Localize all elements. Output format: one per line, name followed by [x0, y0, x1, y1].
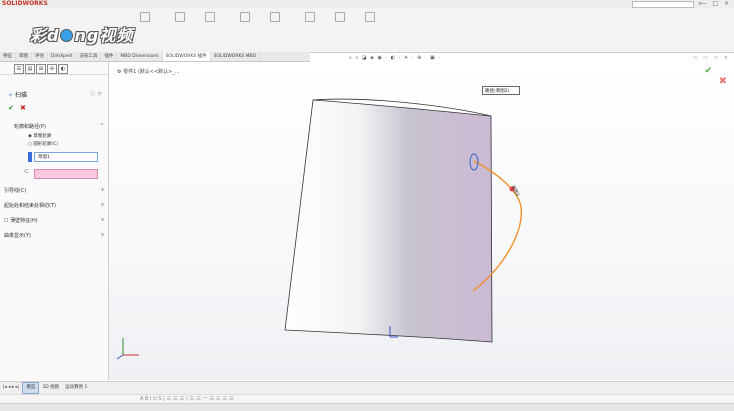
group-profile-path[interactable]: 轮廓和路径(P) [14, 123, 46, 130]
tab-mbd-dimensions[interactable]: MBD Dimensions [117, 52, 163, 61]
ribbon-button-8[interactable] [365, 12, 401, 40]
watermark-logo: 彩d ng视频 [30, 22, 133, 46]
group-start-end-tangency[interactable]: 起始处和结束处相切(T) [4, 202, 56, 209]
model-canvas [116, 98, 522, 360]
tab-evaluate[interactable]: 评估 [32, 52, 48, 61]
feature-icon [305, 12, 315, 22]
ok-button[interactable]: ✔ [8, 104, 14, 112]
feature-icon [240, 12, 250, 22]
radio-circle-label: 圆形轮廓(C) [33, 142, 59, 147]
status-bar [0, 403, 734, 411]
chevron-down-icon[interactable]: v [101, 232, 104, 238]
group-curvature-display[interactable]: 曲率显示(Y) [4, 232, 31, 239]
command-manager-ribbon: 彩d ng视频 [0, 8, 734, 53]
tab-features[interactable]: 特征 [0, 52, 16, 61]
tab-dimxpert[interactable]: DimXpert [48, 52, 77, 61]
ribbon-button-3[interactable] [205, 12, 241, 40]
feature-icon [365, 12, 375, 22]
cancel-button[interactable]: ✖ [20, 104, 26, 112]
group-guide-curves[interactable]: 引导线(C) [4, 187, 26, 194]
profile-marker-icon [28, 152, 32, 162]
pm-icon-tabs: ☰ ▤ ⊞ ✣ ◐ [0, 62, 108, 75]
tab-solidworks-mbd[interactable]: SOLIDWORKS MBD [211, 52, 261, 61]
display-manager-icon[interactable]: ◐ [58, 64, 68, 74]
format-toolbar[interactable]: A B I U S | 三 三 三 | 三 三 一 三 三 三 三 [0, 394, 734, 403]
logo-text-mid: ng [74, 26, 100, 45]
radio-circle-profile[interactable]: ○ 圆形轮廓(C) [28, 141, 58, 147]
config-manager-icon[interactable]: ⊞ [36, 64, 46, 74]
feature-icon [205, 12, 215, 22]
chevron-down-icon[interactable]: v [101, 217, 104, 223]
tab-scroll-icon[interactable]: |◂ ◂ ▸ ▸| [0, 382, 22, 394]
path-icon: ⊂ [24, 168, 30, 175]
tab-sketch[interactable]: 草图 [16, 52, 32, 61]
dimxpert-icon[interactable]: ✣ [47, 64, 57, 74]
logo-ball-icon [60, 29, 74, 42]
radio-sketch-label: 草图轮廓 [33, 134, 52, 139]
feature-icon [175, 12, 185, 22]
pm-title-text: 扫描 [14, 92, 27, 99]
origin-triad [116, 338, 139, 360]
feature-icon [335, 12, 345, 22]
logo-text-post: 视频 [99, 26, 134, 45]
feature-tree-icon[interactable]: ☰ [14, 64, 24, 74]
tab-model[interactable]: 模型 [22, 382, 40, 394]
logo-text-pre: 彩 [30, 26, 48, 45]
property-manager: ☰ ▤ ⊞ ✣ ◐ ✧ 扫描 ⓘ ⓐ ✔ ✖ 轮廓和路径(P) ^ ◉ 草图轮廓 ○ 圆… [0, 62, 109, 380]
tab-render-tools[interactable]: 渲染工具 [76, 52, 102, 61]
graphics-viewport[interactable]: ⌕ ⌕ ◪ ◈ ◉ · ◐ · ☀ · ⊕ · ▣ · ▭ ▭ ▭ × ⚙ 零件… [109, 55, 734, 380]
swept-body[interactable] [284, 98, 493, 343]
path-callout-label[interactable]: 路径(草图2) [482, 86, 520, 95]
profile-selection-box[interactable]: 草图1 [34, 152, 98, 162]
group-thin-feature[interactable]: ☐ 薄壁特征(H) [4, 217, 38, 224]
tab-solidworks-addins[interactable]: SOLIDWORKS 插件 [162, 52, 211, 61]
tab-motion-study[interactable]: 运动算例 1 [62, 382, 90, 394]
tab-3d-views[interactable]: 3D 视图 [39, 382, 62, 394]
ribbon-button-5[interactable] [270, 12, 306, 40]
command-tabs: 特征 草图 评估 DimXpert 渲染工具 插件 MBD Dimensions SOLIDW… [0, 52, 310, 62]
search-input[interactable] [632, 1, 694, 8]
logo-letter: d [47, 26, 60, 45]
window-controls[interactable]: — □ × [700, 0, 731, 8]
heads-up-toolbar[interactable]: ⌕ ⌕ ◪ ◈ ◉ · ◐ · ☀ · ⊕ · ▣ · [349, 55, 441, 61]
bottom-tabs: |◂ ◂ ▸ ▸| 模型 3D 视图 运动算例 1 [0, 381, 734, 394]
chevron-down-icon[interactable]: v [101, 202, 104, 208]
thin-feature-label: 薄壁特征(H) [10, 218, 38, 224]
app-brand[interactable]: SOLIDWORKS [2, 0, 48, 8]
feature-icon [140, 12, 150, 22]
chevron-down-icon[interactable]: v [101, 187, 104, 193]
radio-sketch-profile[interactable]: ◉ 草图轮廓 [28, 133, 51, 139]
feature-icon [270, 12, 280, 22]
viewport-window-controls[interactable]: ▭ ▭ ▭ × [693, 55, 730, 61]
tab-addins[interactable]: 插件 [101, 52, 118, 61]
help-icon[interactable]: ⓘ ⓐ [90, 90, 102, 97]
path-selection-box[interactable] [34, 169, 98, 179]
sweep-icon: ✧ [8, 92, 14, 99]
ribbon-button-1[interactable] [140, 12, 176, 40]
pm-title: ✧ 扫描 [8, 90, 27, 99]
chevron-up-icon[interactable]: ^ [100, 123, 104, 129]
property-manager-icon[interactable]: ▤ [25, 64, 35, 74]
